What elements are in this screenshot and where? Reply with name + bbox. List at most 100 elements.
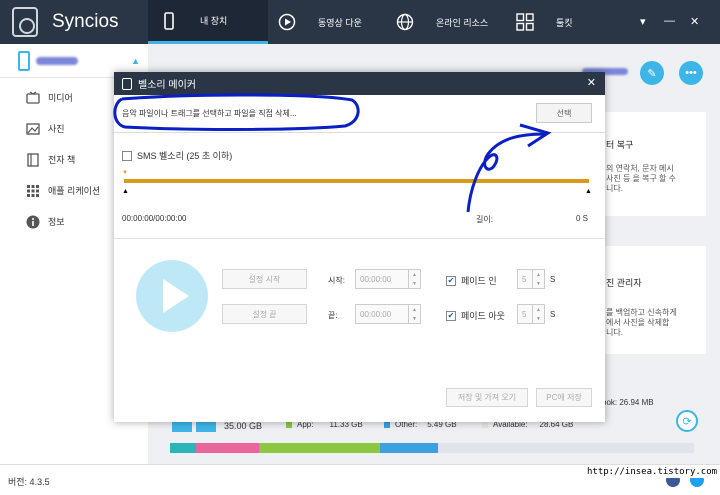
dialog-close-icon[interactable]: ✕ (587, 76, 596, 89)
menu-dropdown-icon[interactable]: ▾ (640, 15, 646, 28)
storage-segment (196, 443, 259, 453)
time-display: 00:00:00/00:00:00 (122, 214, 187, 223)
tab-my-device[interactable]: 내 장치 (148, 0, 268, 44)
top-bar: Syncios 내 장치 동영상 다운 온라인 리소스 툴킷 ▾ — ✕ (0, 0, 720, 44)
track-start-marker-top: ▼ (122, 170, 128, 176)
card-title: 터 복구 (606, 140, 634, 150)
storage-segment (259, 443, 380, 453)
card-text-line: 니다. (606, 184, 623, 193)
end-time-input[interactable]: 00:00:00 ▲ ▼ (355, 304, 421, 324)
start-time-value: 00:00:00 (360, 274, 392, 284)
sidebar-item-label: 미디어 (48, 93, 73, 103)
length-label: 길이: (476, 215, 493, 224)
photo-icon (26, 122, 40, 135)
divider (114, 238, 605, 239)
card-text-line: 를 백업하고 신속하게 (606, 308, 677, 317)
spinner-arrows[interactable]: ▲ ▼ (408, 270, 420, 288)
card-text-line: 의 연락처, 문자 메시 (606, 164, 674, 173)
fade-out-label: 페이드 아웃 (461, 311, 505, 321)
version-text: 버전: 4.3.5 (8, 477, 50, 487)
checkbox-box[interactable] (122, 150, 132, 161)
length-value: 0 S (576, 214, 589, 223)
close-icon[interactable]: ✕ (690, 15, 699, 28)
tab-online-resources[interactable]: 온라인 리소스 (396, 0, 506, 44)
globe-icon (396, 13, 414, 31)
more-options-icon[interactable]: ••• (679, 61, 703, 85)
tab-label: 툴킷 (556, 17, 573, 28)
tab-label: 내 장치 (200, 16, 228, 26)
toolkit-icon (516, 13, 534, 31)
info-icon (26, 215, 40, 228)
legend-available-swatch (482, 421, 488, 428)
tab-toolkit[interactable]: 툴킷 (516, 0, 606, 44)
file-path-field[interactable]: 음악 파일이나 트래그를 선택하고 파일을 직접 삭제... (122, 108, 297, 119)
sidebar-item-label: 전자 책 (48, 155, 76, 165)
spinner-arrows[interactable]: ▲ ▼ (408, 305, 420, 323)
save-to-pc-button[interactable]: PC에 저장 (536, 388, 592, 407)
ebook-icon (27, 152, 39, 167)
edit-icon[interactable]: ✎ (640, 61, 664, 85)
storage-total: 35.00 GB (224, 421, 263, 431)
card-text-line: 사진 등 을 복구 할 수 (606, 174, 676, 183)
apps-icon (27, 184, 39, 197)
book-size: ook: 26.94 MB (602, 398, 654, 407)
eject-icon[interactable]: ▲ (131, 56, 140, 66)
file-select-row: 음악 파일이나 트래그를 선택하고 파일을 직접 삭제... 선택 (114, 95, 605, 133)
phone-icon (164, 11, 174, 30)
legend-app-swatch (286, 421, 292, 428)
minimize-icon[interactable]: — (664, 15, 675, 27)
fade-in-value: 5 (522, 274, 527, 284)
card-text-line: 니다. (606, 328, 623, 337)
end-time-value: 00:00:00 (360, 309, 392, 319)
checkbox-box[interactable]: ✔ (446, 275, 456, 286)
end-label: 끝: (328, 311, 338, 320)
fade-in-input[interactable]: 5 ▲ ▼ (517, 269, 545, 289)
fade-out-unit: S (550, 310, 556, 319)
ringtone-maker-dialog: 벨소리 메이커 ✕ 음악 파일이나 트래그를 선택하고 파일을 직접 삭제...… (114, 72, 605, 422)
save-import-button[interactable]: 저장 및 가져 오기 (446, 388, 528, 407)
fade-out-checkbox[interactable]: ✔ 페이드 아웃 (446, 309, 505, 322)
card-title: 진 관리자 (606, 278, 642, 288)
storage-segment (380, 443, 438, 453)
tab-video-download[interactable]: 동영상 다운 (278, 0, 388, 44)
tab-label: 동영상 다운 (318, 17, 362, 28)
select-button[interactable]: 선택 (536, 103, 592, 123)
play-button[interactable] (136, 260, 208, 332)
set-start-button[interactable]: 설정 시작 (222, 269, 307, 289)
start-time-input[interactable]: 00:00:00 ▲ ▼ (355, 269, 421, 289)
fade-out-value: 5 (522, 309, 527, 319)
track-end-marker[interactable]: ▲ (585, 188, 592, 195)
dialog-title: 벨소리 메이커 (138, 80, 196, 91)
ringtone-icon (122, 77, 132, 90)
sms-ringtone-checkbox[interactable]: SMS 벨소리 (25 초 이하) (122, 149, 232, 162)
sidebar-item-label: 애플 리케이션 (48, 186, 101, 196)
dialog-title-bar: 벨소리 메이커 ✕ (114, 72, 605, 95)
checkbox-box[interactable]: ✔ (446, 310, 456, 321)
legend-other-swatch (384, 421, 390, 428)
start-label: 시작: (328, 276, 345, 285)
sms-ringtone-label: SMS 벨소리 (25 초 이하) (137, 151, 233, 161)
spinner-arrows[interactable]: ▲ ▼ (532, 305, 544, 323)
watermark-url: http://insea.tistory.com (584, 466, 720, 478)
sidebar-item-label: 정보 (48, 217, 65, 227)
tab-label: 온라인 리소스 (436, 17, 489, 28)
app-name: Syncios (52, 11, 119, 32)
media-icon (26, 91, 40, 104)
set-end-button[interactable]: 설정 끝 (222, 304, 307, 324)
track-start-marker[interactable]: ▲ (122, 188, 129, 195)
book-value: 26.94 MB (619, 398, 654, 407)
refresh-icon[interactable]: ⟳ (676, 410, 698, 432)
storage-bar (170, 443, 694, 453)
syncios-logo-icon (12, 7, 38, 37)
play-icon (278, 13, 296, 31)
fade-in-checkbox[interactable]: ✔ 페이드 인 (446, 274, 497, 287)
spinner-arrows[interactable]: ▲ ▼ (532, 270, 544, 288)
storage-segment (170, 443, 196, 453)
audio-track-bar[interactable] (124, 179, 589, 183)
device-phone-icon (18, 50, 30, 71)
fade-in-label: 페이드 인 (461, 276, 497, 286)
fade-in-unit: S (550, 275, 556, 284)
card-text-line: 에서 사진을 삭제합 (606, 318, 670, 327)
fade-out-input[interactable]: 5 ▲ ▼ (517, 304, 545, 324)
app-logo: Syncios (0, 0, 148, 44)
